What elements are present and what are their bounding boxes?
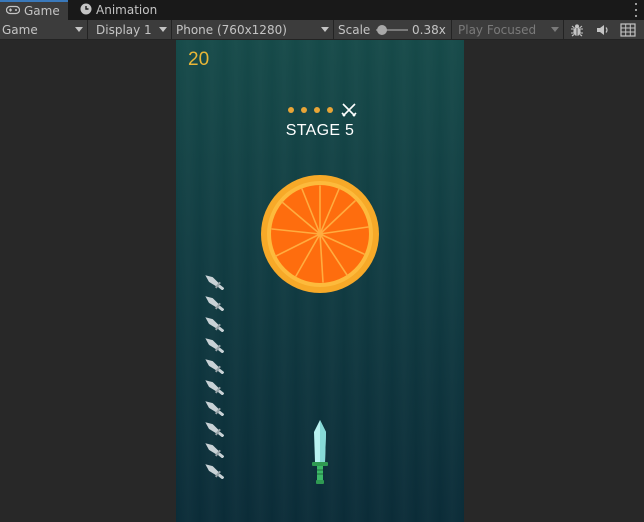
chevron-down-icon — [551, 27, 559, 32]
editor-tab-bar: Game Animation — [0, 0, 644, 20]
game-viewport[interactable]: 20 STAGE 5 — [176, 40, 464, 522]
knife-remaining-icon — [202, 400, 226, 417]
chevron-down-icon — [321, 27, 329, 32]
display-value: Display 1 — [96, 23, 152, 37]
game-mode-dropdown[interactable]: Game — [0, 20, 88, 40]
audio-mute-icon[interactable] — [595, 22, 611, 38]
more-options-icon[interactable] — [634, 3, 638, 17]
knife-remaining-icon — [202, 274, 226, 291]
chevron-down-icon — [75, 27, 83, 32]
play-mode-dropdown[interactable]: Play Focused — [452, 20, 564, 40]
game-mode-value: Game — [2, 23, 38, 37]
stage-title: STAGE 5 — [285, 122, 355, 139]
display-dropdown[interactable]: Display 1 — [88, 20, 172, 40]
knife-remaining-icon — [202, 358, 226, 375]
stage-progress-dot — [288, 107, 294, 113]
knife-remaining-icon — [202, 337, 226, 354]
stage-progress-dot — [314, 107, 320, 113]
knife-remaining-icon — [202, 295, 226, 312]
stage-progress-dot — [301, 107, 307, 113]
tab-game-label: Game — [24, 4, 60, 18]
orange-target — [260, 174, 380, 294]
stage-progress — [288, 103, 368, 117]
scale-value: 0.38x — [412, 23, 446, 37]
knife-remaining-icon — [202, 316, 226, 333]
scale-label: Scale — [338, 23, 371, 37]
tab-animation[interactable]: Animation — [74, 0, 174, 20]
knife-remaining-icon — [202, 421, 226, 438]
gamepad-icon — [5, 4, 21, 18]
score-counter: 20 — [188, 49, 210, 70]
play-mode-value: Play Focused — [458, 23, 537, 37]
knife-remaining-icon — [202, 379, 226, 396]
chevron-down-icon — [159, 27, 167, 32]
bug-icon[interactable] — [569, 22, 585, 38]
tab-game[interactable]: Game — [0, 0, 68, 20]
knife-remaining-icon — [202, 463, 226, 480]
stats-grid-icon[interactable] — [620, 22, 636, 38]
player-knife[interactable] — [308, 418, 332, 488]
resolution-value: Phone (760x1280) — [176, 23, 287, 37]
game-view-toolbar: Game Display 1 Phone (760x1280) Scale 0.… — [0, 20, 644, 40]
crossed-swords-icon — [341, 103, 357, 120]
scale-slider-handle[interactable] — [377, 25, 387, 35]
stage-progress-dot — [327, 107, 333, 113]
resolution-dropdown[interactable]: Phone (760x1280) — [172, 20, 334, 40]
knife-remaining-icon — [202, 442, 226, 459]
tab-animation-label: Animation — [96, 3, 158, 17]
remaining-knives — [202, 274, 230, 488]
animation-clock-icon — [80, 3, 92, 18]
